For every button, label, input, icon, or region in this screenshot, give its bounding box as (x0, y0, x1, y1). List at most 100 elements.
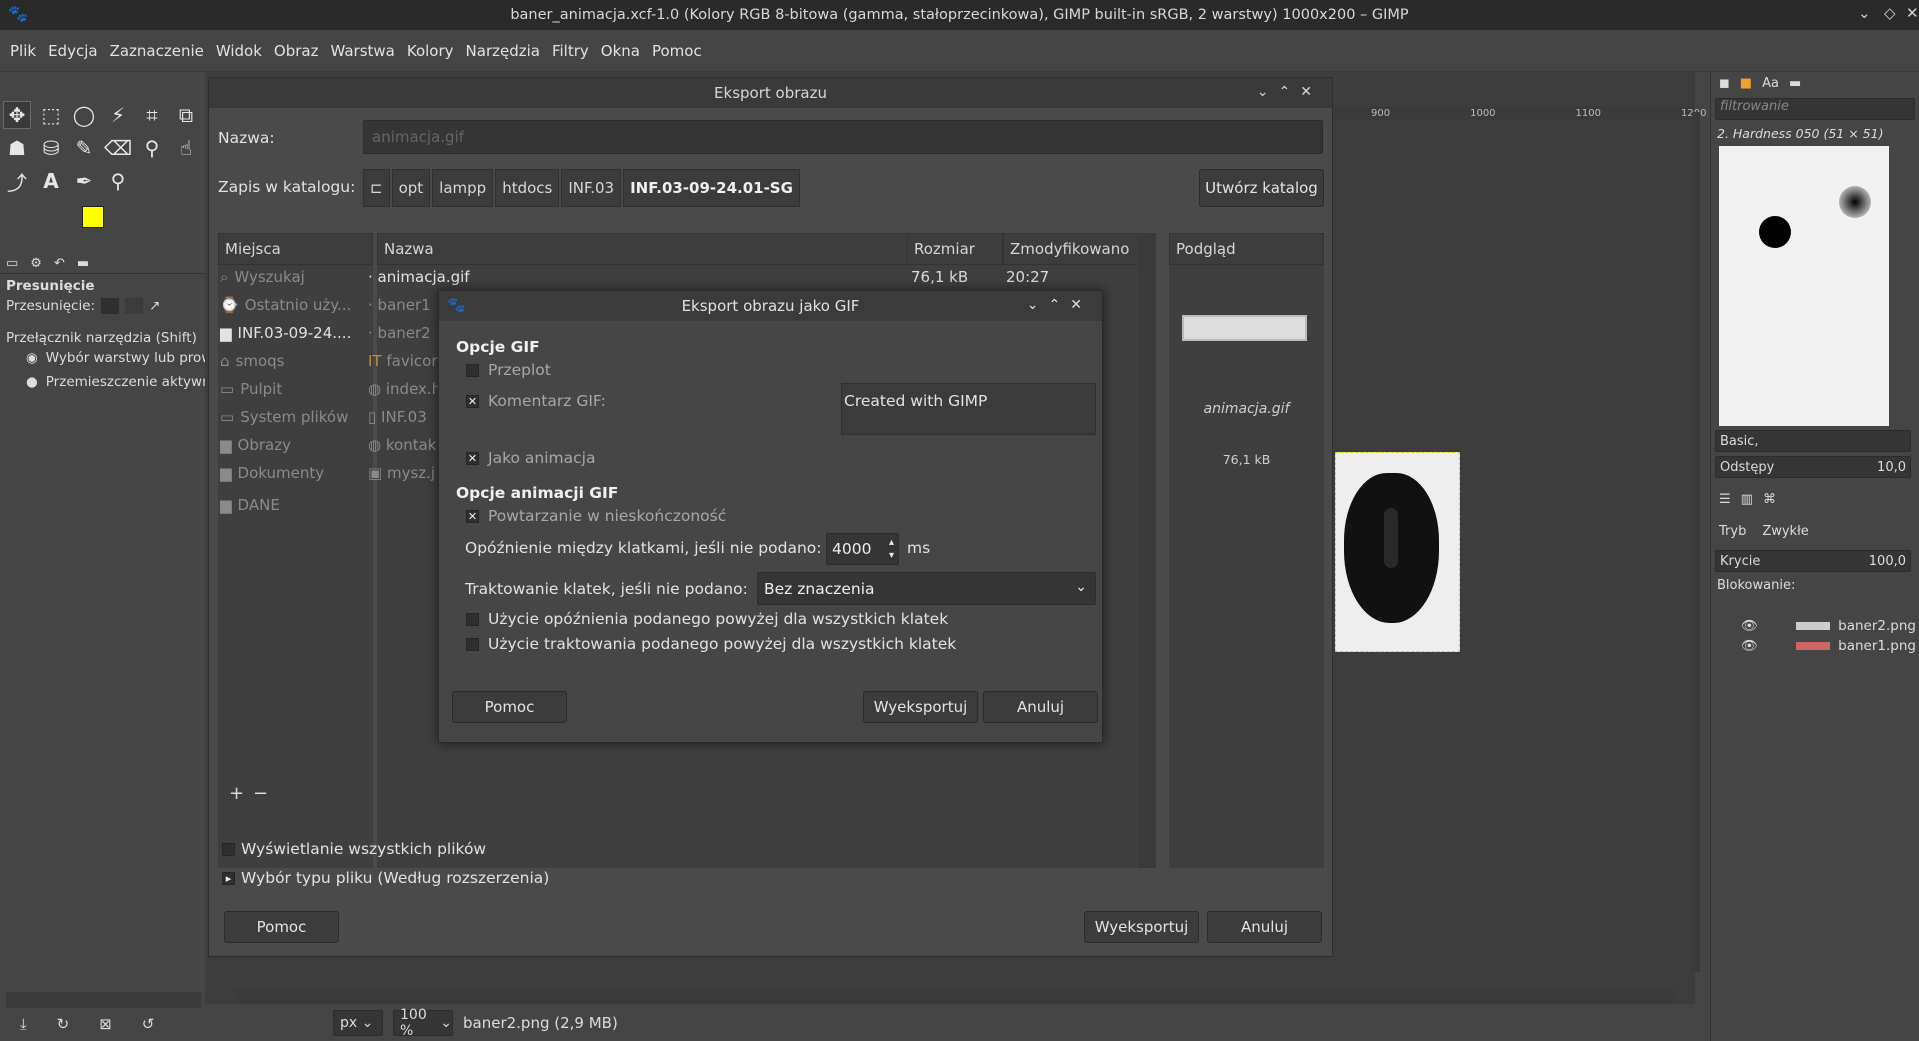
move-selection-icon[interactable] (125, 298, 144, 314)
menu-file[interactable]: Plik (4, 42, 42, 60)
delete-icon[interactable]: ⊠ (99, 1015, 112, 1033)
reset-icon[interactable]: ↺ (142, 1015, 155, 1033)
use-disposal-all-checkbox[interactable] (466, 638, 479, 651)
place-filesystem[interactable]: ▭ System plików (220, 408, 348, 426)
move-layer-icon[interactable] (101, 298, 120, 314)
images-tab-icon[interactable]: ▬ (77, 256, 89, 271)
place-documents[interactable]: ▆ Dokumenty (220, 464, 324, 482)
use-delay-all-checkbox[interactable] (466, 613, 479, 626)
create-folder-button[interactable]: Utwórz katalog (1199, 169, 1324, 207)
file-type-expander[interactable]: ▸ (222, 872, 235, 885)
brush-icon[interactable]: ✎ (70, 134, 98, 162)
dialog-window-controls[interactable]: ⌄⌃✕ (1257, 84, 1322, 100)
move-tool-icon[interactable]: ✥ (3, 101, 31, 129)
gif-help-button[interactable]: Pomoc (452, 691, 567, 723)
radio-pick-layer[interactable]: ◉ Wybór warstwy lub prow (26, 350, 212, 366)
brush-filter-input[interactable]: filtrowanie (1715, 98, 1915, 120)
breadcrumb-item[interactable]: lampp (432, 169, 494, 207)
bucket-icon[interactable]: ⛁ (37, 134, 65, 162)
file-list-scrollbar[interactable] (1138, 233, 1156, 868)
patterns-tab-icon[interactable]: ■ (1740, 76, 1752, 91)
gif-cancel-button[interactable]: Anuluj (983, 691, 1098, 723)
transform-icon[interactable]: ⧉ (172, 101, 200, 129)
close-icon[interactable]: ✕ (1906, 4, 1919, 22)
place-search[interactable]: ⌕ Wyszukaj (220, 268, 305, 286)
place-desktop[interactable]: ▭ Pulpit (220, 380, 282, 398)
layer-row[interactable]: 👁 baner1.png (1741, 638, 1916, 654)
save-preset-icon[interactable]: ⤓ (20, 1015, 27, 1033)
canvas-image[interactable] (1335, 452, 1460, 652)
lasso-icon[interactable]: ◯ (70, 101, 98, 129)
menu-layer[interactable]: Warstwa (324, 42, 400, 60)
export-button[interactable]: Wyeksportuj (1084, 911, 1199, 943)
menu-tools[interactable]: Narzędzia (460, 42, 546, 60)
brush-preview[interactable] (1759, 216, 1791, 248)
file-row[interactable]: · baner2 (368, 324, 431, 342)
unit-select[interactable]: px ⌄ (333, 1009, 383, 1036)
smudge-icon[interactable]: ☝ (172, 134, 200, 162)
file-row[interactable]: ▯ INF.03 (368, 408, 427, 426)
horizontal-scrollbar[interactable] (235, 989, 1675, 1003)
vertical-scrollbar[interactable] (1692, 112, 1700, 972)
text-tool-icon[interactable]: A (37, 167, 65, 195)
menu-image[interactable]: Obraz (268, 42, 325, 60)
interlace-checkbox[interactable] (466, 364, 479, 377)
menu-colors[interactable]: Kolory (401, 42, 460, 60)
place-dane[interactable]: ▆ DANE (220, 496, 280, 514)
fuzzy-select-icon[interactable]: ⚡ (104, 101, 132, 129)
add-place-icon[interactable]: + (229, 783, 249, 804)
loop-forever-checkbox[interactable]: ✕ (466, 510, 479, 523)
gif-comment-checkbox[interactable]: ✕ (466, 395, 479, 408)
layer-row[interactable]: 👁 baner2.png (1741, 618, 1916, 634)
file-row[interactable]: IT favicor (368, 352, 437, 370)
file-row[interactable]: · baner1 (368, 296, 431, 314)
place-recent[interactable]: ⌚ Ostatnio uży... (220, 296, 351, 314)
brushes-tab-icon[interactable]: ◼ (1719, 76, 1730, 91)
color-picker-icon[interactable]: ✒ (70, 167, 98, 195)
size-column-header[interactable]: Rozmiar (907, 233, 1003, 265)
fonts-tab-icon[interactable]: Aa (1762, 76, 1779, 91)
menu-view[interactable]: Widok (210, 42, 268, 60)
rect-select-icon[interactable]: ⬚ (37, 101, 65, 129)
brush-preview[interactable] (1839, 186, 1871, 218)
gif-comment-textarea[interactable]: Created with GIMP (841, 383, 1096, 435)
place-home[interactable]: ⌂ smoqs (220, 352, 284, 370)
opacity-field[interactable]: Krycie 100,0 (1715, 550, 1911, 572)
breadcrumb-item[interactable]: opt (391, 169, 431, 207)
maximize-icon[interactable]: ◇ (1884, 4, 1896, 22)
file-row-selected[interactable]: · animacja.gif (368, 268, 470, 286)
eye-icon[interactable]: 👁 (1741, 638, 1758, 654)
minimize-icon[interactable]: ⌄ (1858, 4, 1871, 22)
path-icon[interactable]: ⤴ (3, 167, 31, 195)
breadcrumb-item[interactable]: INF.03 (561, 169, 622, 207)
foreground-color[interactable] (82, 206, 104, 228)
show-all-files-checkbox[interactable] (222, 843, 235, 856)
dynamics-tab-icon[interactable]: ▬ (1789, 76, 1801, 91)
remove-place-icon[interactable]: − (253, 783, 273, 804)
dialog-window-controls[interactable]: ⌄⌃✕ (1027, 297, 1092, 313)
warp-icon[interactable]: ☗ (3, 134, 31, 162)
file-row[interactable]: ◍ kontak (368, 436, 436, 454)
delay-spinbox[interactable]: 4000 ▴ ▾ (826, 533, 899, 565)
tool-options-tab-icon[interactable]: ▭ (6, 256, 18, 271)
eraser-icon[interactable]: ⌫ (104, 134, 132, 162)
gif-export-button[interactable]: Wyeksportuj (863, 691, 978, 723)
mode-value[interactable]: Zwykłe (1762, 524, 1808, 539)
channels-tab-icon[interactable]: ▥ (1741, 492, 1753, 507)
export-help-button[interactable]: Pomoc (224, 911, 339, 943)
menu-edit[interactable]: Edycja (42, 42, 103, 60)
radio-move-active[interactable]: ● Przemieszczenie aktywr (26, 374, 208, 390)
place-pictures[interactable]: ▆ Obrazy (220, 436, 291, 454)
eye-icon[interactable]: 👁 (1741, 618, 1758, 634)
restore-icon[interactable]: ↻ (57, 1015, 70, 1033)
layers-tab-icon[interactable]: ☰ (1719, 492, 1731, 507)
brush-preset-select[interactable]: Basic, (1715, 430, 1911, 452)
spin-arrows-icon[interactable]: ▴ ▾ (889, 536, 894, 562)
name-column-header[interactable]: Nazwa (377, 233, 917, 265)
zoom-select[interactable]: 100 % ⌄ (393, 1007, 453, 1039)
menu-help[interactable]: Pomoc (646, 42, 708, 60)
clone-icon[interactable]: ⚲ (138, 134, 166, 162)
breadcrumb-item[interactable]: htdocs (495, 169, 560, 207)
export-cancel-button[interactable]: Anuluj (1207, 911, 1322, 943)
zoom-icon[interactable]: ⚲ (104, 167, 132, 195)
